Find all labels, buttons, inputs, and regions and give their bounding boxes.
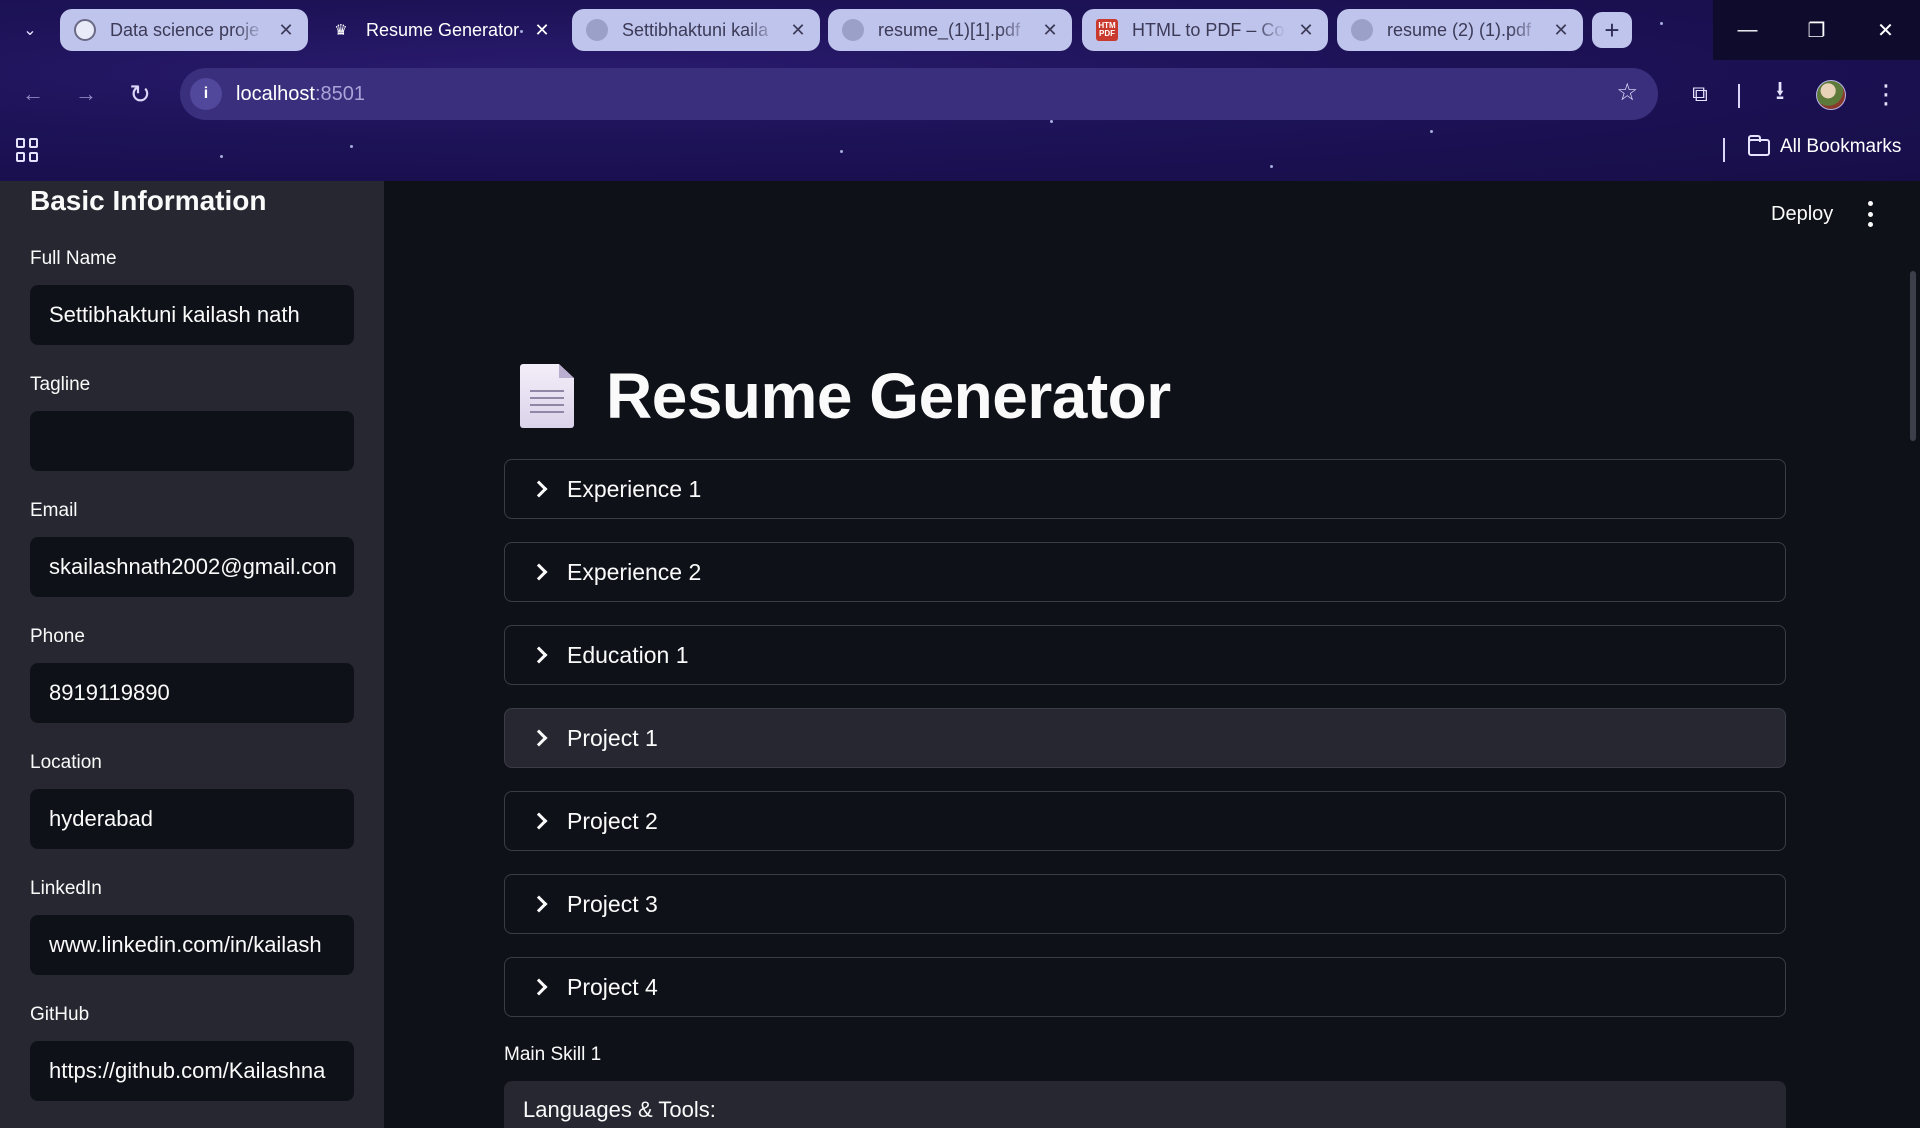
folder-icon [1748,134,1770,156]
expander-experience-2[interactable]: Experience 2 [504,542,1786,602]
close-icon[interactable]: ✕ [1038,18,1062,42]
chevron-right-icon [533,564,549,580]
tab-search-icon[interactable]: ⌄ [14,14,46,46]
github-label: GitHub [30,1004,90,1025]
full-name-label: Full Name [30,248,117,269]
tab-label: resume (2) (1).pdf [1387,19,1532,40]
address-bar[interactable]: i localhost:8501 ☆ [180,68,1658,120]
close-icon[interactable]: ✕ [530,18,554,42]
tab-label: HTML to PDF – Co [1132,19,1285,40]
restore-icon[interactable]: ❐ [1782,0,1851,60]
expander-project-1[interactable]: Project 1 [504,708,1786,768]
location-label: Location [30,752,102,773]
app-menu-icon[interactable] [1864,201,1876,227]
main-content: Deploy Resume Generator Experience 1 Exp… [384,181,1920,1128]
apps-grid-icon[interactable] [16,138,40,162]
tab-resume-pdf-1[interactable]: resume_(1)[1].pdf ✕ [828,9,1072,51]
expander-label: Experience 2 [567,558,702,585]
all-bookmarks-button[interactable]: All Bookmarks [1748,134,1902,158]
expander-label: Project 1 [567,724,658,751]
expander-label: Project 4 [567,973,658,1000]
url-host: localhost [236,82,315,105]
tagline-label: Tagline [30,374,91,395]
browser-menu-icon[interactable]: ⋮ [1866,74,1906,114]
tab-label: Data science proje [110,19,260,40]
tab-settibhaktuni[interactable]: Settibhaktuni kaila ✕ [572,9,820,51]
tab-resume-generator[interactable]: ♛ Resume Generator ✕ [316,9,564,51]
expander-label: Project 3 [567,890,658,917]
chevron-right-icon [533,896,549,912]
sidebar-heading: Basic Information [30,185,267,216]
close-icon[interactable]: ✕ [274,18,298,42]
chevron-right-icon [533,979,549,995]
close-icon[interactable]: ✕ [786,18,810,42]
browser-toolbar: ← → ↻ i localhost:8501 ☆ ⧉ ⭳ ⋮ [0,66,1920,122]
crown-favicon-icon: ♛ [334,22,348,39]
download-icon[interactable]: ⭳ [1760,74,1800,114]
extensions-icon[interactable]: ⧉ [1680,74,1720,114]
email-label: Email [30,500,78,521]
new-tab-button[interactable]: + [1592,12,1632,48]
location-input[interactable]: hyderabad [30,789,354,849]
bookmarks-separator [1723,138,1725,162]
close-window-icon[interactable]: ✕ [1851,0,1920,60]
expander-project-4[interactable]: Project 4 [504,957,1786,1017]
site-info-icon[interactable]: i [190,78,222,110]
chatgpt-favicon-icon [74,19,96,41]
main-skill-1-label: Main Skill 1 [504,1044,602,1065]
tagline-input[interactable] [30,411,354,471]
window-controls: — ❐ ✕ [1713,0,1920,60]
reload-icon[interactable]: ↻ [120,74,160,114]
deploy-button[interactable]: Deploy [1771,203,1833,226]
bookmarks-bar: All Bookmarks [0,128,1920,172]
chevron-right-icon [533,730,549,746]
close-icon[interactable]: ✕ [1294,18,1318,42]
tab-data-science[interactable]: Data science proje ✕ [60,9,308,51]
linkedin-label: LinkedIn [30,878,102,899]
expander-project-3[interactable]: Project 3 [504,874,1786,934]
toolbar-separator [1738,84,1740,108]
profile-avatar[interactable] [1816,80,1846,110]
url-port: :8501 [314,82,365,105]
globe-favicon-icon [586,19,608,41]
sidebar: Basic Information Full Name Settibhaktun… [0,181,384,1128]
chevron-right-icon [533,647,549,663]
minimize-icon[interactable]: — [1713,0,1782,60]
expander-experience-1[interactable]: Experience 1 [504,459,1786,519]
expander-label: Experience 1 [567,475,702,502]
tab-strip: ⌄ Data science proje ✕ ♛ Resume Generato… [0,0,1920,60]
expander-education-1[interactable]: Education 1 [504,625,1786,685]
phone-label: Phone [30,626,85,647]
tab-html-to-pdf[interactable]: HTM PDF HTML to PDF – Co ✕ [1082,9,1328,51]
tab-label: resume_(1)[1].pdf [878,19,1021,40]
full-name-input[interactable]: Settibhaktuni kailash nath [30,285,354,345]
close-icon[interactable]: ✕ [1549,18,1573,42]
chevron-right-icon [533,481,549,497]
github-input[interactable]: https://github.com/Kailashna [30,1041,354,1101]
page-title: Resume Generator [606,360,1171,432]
page-facing-up-icon [520,364,574,428]
expander-project-2[interactable]: Project 2 [504,791,1786,851]
url-text: localhost:8501 [236,83,365,106]
chevron-right-icon [533,813,549,829]
scrollbar[interactable] [1910,271,1916,441]
globe-favicon-icon [1351,19,1373,41]
email-input[interactable]: skailashnath2002@gmail.con [30,537,354,597]
globe-favicon-icon [842,19,864,41]
linkedin-input[interactable]: www.linkedin.com/in/kailash [30,915,354,975]
browser-chrome: ⌄ Data science proje ✕ ♛ Resume Generato… [0,0,1920,181]
bookmark-star-icon[interactable]: ☆ [1616,78,1638,107]
title-row: Resume Generator [520,359,1171,433]
all-bookmarks-label: All Bookmarks [1780,136,1902,157]
tab-label: Settibhaktuni kaila [622,19,769,40]
main-skill-1-textarea[interactable]: Languages & Tools: [504,1081,1786,1128]
tab-resume-pdf-2[interactable]: resume (2) (1).pdf ✕ [1337,9,1583,51]
expander-label: Project 2 [567,807,658,834]
phone-input[interactable]: 8919119890 [30,663,354,723]
forward-icon[interactable]: → [66,74,106,114]
back-icon[interactable]: ← [13,74,53,114]
expander-label: Education 1 [567,641,689,668]
tab-label: Resume Generator [366,19,520,40]
html-pdf-favicon-icon: HTM PDF [1096,19,1118,41]
